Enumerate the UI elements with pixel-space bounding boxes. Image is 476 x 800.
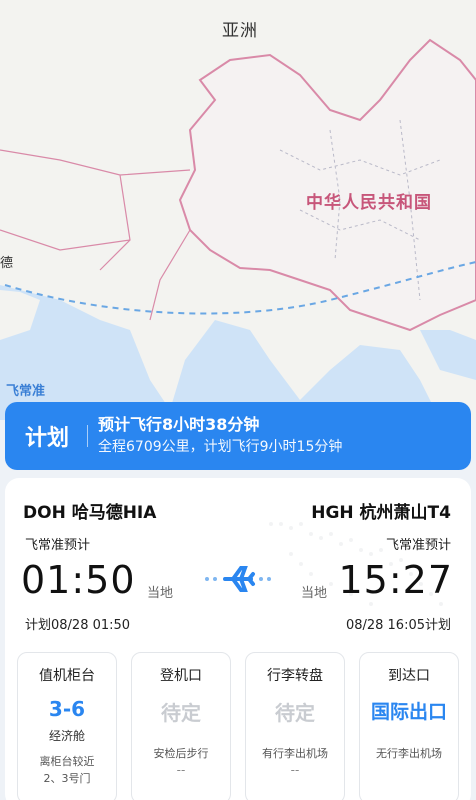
arrival-scheduled: 08/28 16:05计划 bbox=[345, 618, 451, 633]
tile-boarding-gate[interactable]: 登机口 待定 安检后步行 -- bbox=[131, 652, 231, 800]
map-label-edge: 德 bbox=[0, 256, 14, 271]
tile-note: 安检后步行 -- bbox=[132, 745, 230, 779]
tile-title: 值机柜台 bbox=[39, 668, 95, 684]
tile-title: 行李转盘 bbox=[267, 668, 323, 684]
tile-note: 无行李出机场 bbox=[360, 745, 458, 762]
watermark-logo: 飞常准 bbox=[6, 384, 46, 399]
plan-duration: 预计飞行8小时38分钟 bbox=[98, 415, 260, 434]
tile-title: 到达口 bbox=[388, 668, 430, 684]
plan-tag: 计划 bbox=[25, 426, 70, 451]
tile-value: 3-6 bbox=[48, 697, 86, 721]
tile-note-line: 有行李出机场 bbox=[262, 747, 328, 760]
arrival-estimate-label: 飞常准预计 bbox=[385, 538, 451, 553]
arrival-airport[interactable]: HGH 杭州萧山T4 bbox=[311, 498, 451, 523]
tile-baggage-carousel[interactable]: 行李转盘 待定 有行李出机场 -- bbox=[245, 652, 345, 800]
plan-lines: 预计飞行8小时38分钟 全程6709公里，计划飞行9小时15分钟 bbox=[98, 414, 342, 458]
tile-note-line: 安检后步行 bbox=[153, 747, 209, 760]
tile-note-line: 无行李出机场 bbox=[376, 747, 442, 760]
flight-map[interactable]: 亚洲 中华人民共和国 德 飞常准 bbox=[0, 0, 476, 420]
departure-time: 01:50 bbox=[21, 558, 136, 602]
departure-estimate-label: 飞常准预计 bbox=[25, 538, 91, 553]
map-label-asia: 亚洲 bbox=[222, 21, 258, 41]
departure-scheduled: 计划08/28 01:50 bbox=[25, 618, 131, 633]
map-label-country: 中华人民共和国 bbox=[306, 193, 432, 213]
arrival-local-label: 当地 bbox=[301, 586, 328, 601]
plane-icon bbox=[205, 566, 271, 592]
tile-checkin-counter[interactable]: 值机柜台 3-6 经济舱 离柜台较近 2、3号门 bbox=[17, 652, 117, 800]
departure-airport[interactable]: DOH 哈马德HIA bbox=[23, 498, 156, 523]
flight-card: DOH 哈马德HIA HGH 杭州萧山T4 飞常准预计 飞常准预计 01:50 … bbox=[5, 478, 471, 800]
arrival-time: 15:27 bbox=[338, 558, 453, 602]
tile-note-line: -- bbox=[176, 763, 186, 777]
flight-detail-page: 亚洲 中华人民共和国 德 飞常准 计划 预计飞行8小时38分钟 全程6709公里… bbox=[0, 0, 476, 800]
tile-note-line: 离柜台较近 bbox=[39, 755, 95, 768]
tile-sub: 经济舱 bbox=[48, 729, 85, 743]
tile-note: 有行李出机场 -- bbox=[246, 745, 344, 779]
tile-arrival-exit[interactable]: 到达口 国际出口 无行李出机场 bbox=[359, 652, 459, 800]
tile-value: 国际出口 bbox=[370, 701, 447, 723]
tile-value: 待定 bbox=[161, 701, 201, 725]
plan-divider bbox=[87, 425, 88, 447]
airport-info-tiles: 值机柜台 3-6 经济舱 离柜台较近 2、3号门 登机口 待定 安检后步行 --… bbox=[17, 652, 459, 800]
tile-note-line: -- bbox=[290, 763, 300, 777]
plan-banner: 计划 预计飞行8小时38分钟 全程6709公里，计划飞行9小时15分钟 bbox=[5, 402, 471, 470]
plan-distance: 全程6709公里，计划飞行9小时15分钟 bbox=[98, 439, 343, 455]
tile-note-line: 2、3号门 bbox=[43, 772, 91, 785]
tile-value: 待定 bbox=[275, 701, 315, 725]
tile-note: 离柜台较近 2、3号门 bbox=[18, 753, 116, 787]
tile-title: 登机口 bbox=[160, 668, 202, 684]
departure-local-label: 当地 bbox=[147, 586, 174, 601]
